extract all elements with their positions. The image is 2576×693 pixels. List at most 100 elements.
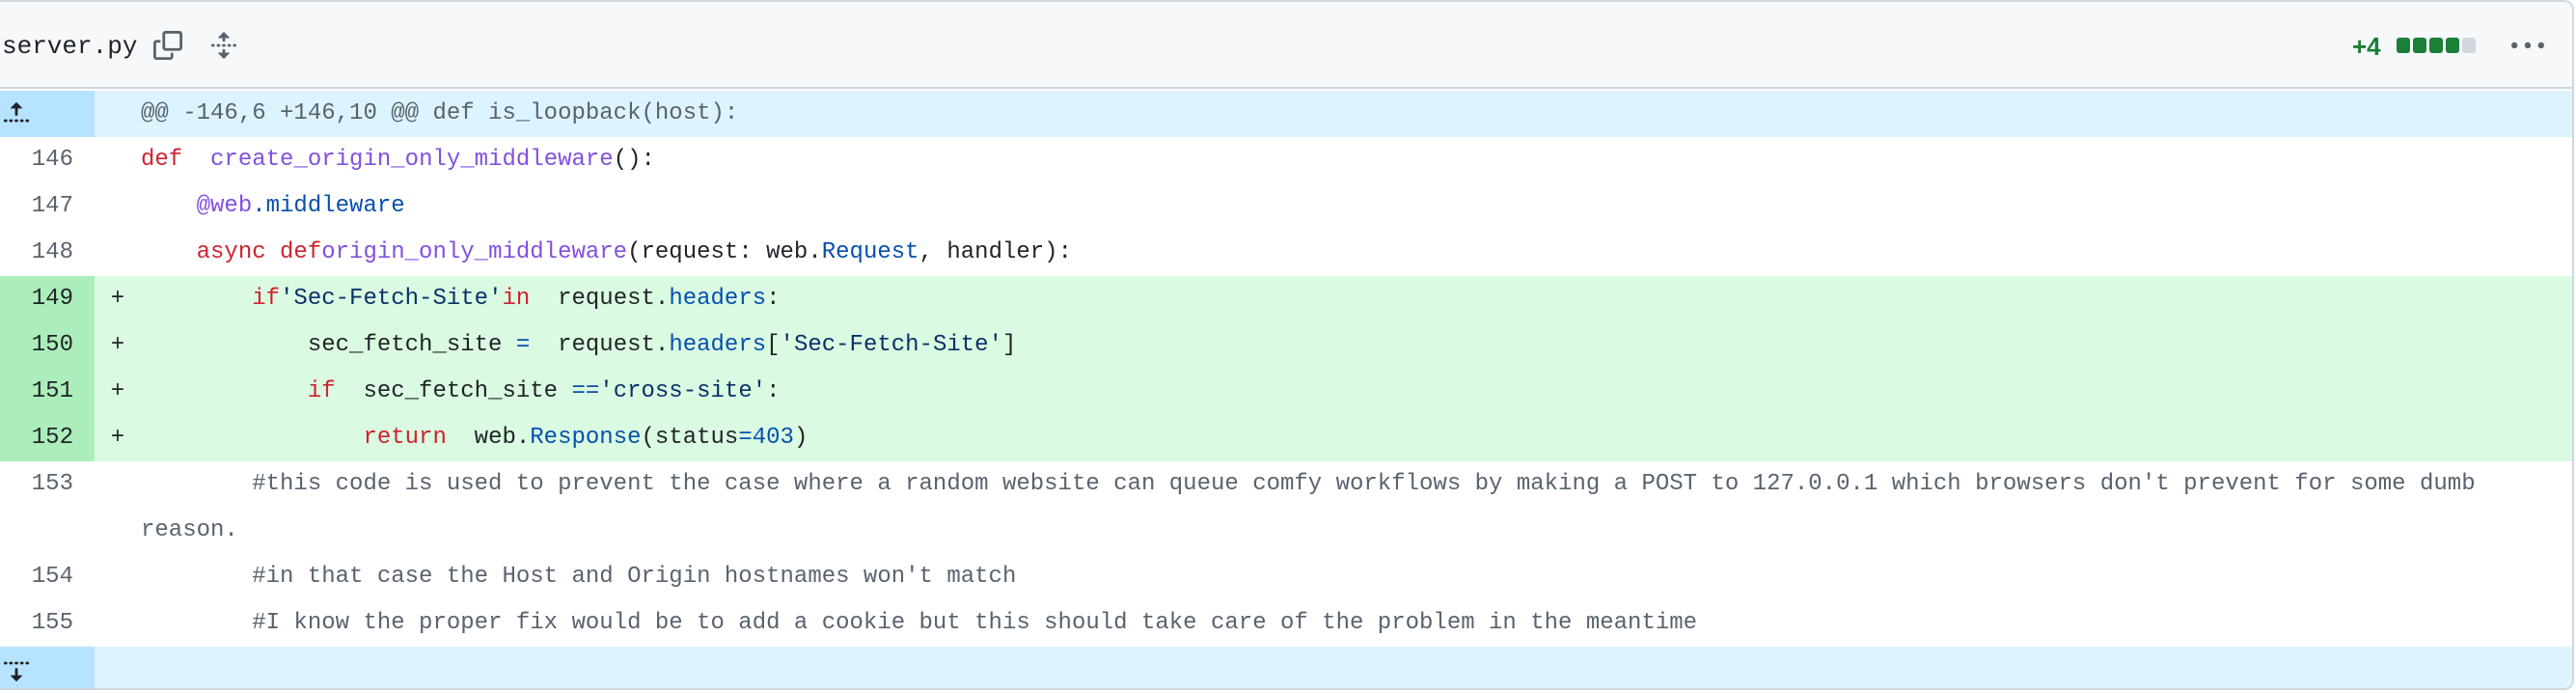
diff-file-panel: server.py +4 @@ -146,6 +146,10 @@ def is… xyxy=(0,0,2574,690)
diff-sign: + xyxy=(110,425,125,451)
code-line: @web.middleware xyxy=(141,183,2572,230)
context-line-row: 153 #this code is used to prevent the ca… xyxy=(0,461,2572,554)
code-token: sec_fetch_site xyxy=(335,378,572,404)
diff-sign xyxy=(95,600,141,647)
context-line-row: 147 @web.middleware xyxy=(0,183,2572,230)
code-token: 'Sec-Fetch-Site' xyxy=(280,286,503,312)
unfold-icon[interactable] xyxy=(206,28,241,63)
code-token: : xyxy=(766,378,781,404)
line-number[interactable]: 149 xyxy=(0,276,95,322)
diffstat-block xyxy=(2446,38,2459,53)
expand-down-icon xyxy=(3,661,30,681)
line-number[interactable]: 146 xyxy=(0,137,95,183)
code-token: Response xyxy=(530,425,642,451)
code-token: [ xyxy=(766,332,781,358)
code-token: request. xyxy=(530,332,670,358)
code-token: sec_fetch_site xyxy=(141,332,516,358)
code-token: =403 xyxy=(738,425,794,451)
code-token: ) xyxy=(793,425,808,451)
diffstat-block xyxy=(2413,38,2426,53)
code-line: sec_fetch_site = request.headers['Sec-Fe… xyxy=(141,322,2572,369)
code-token: create_origin_only_middleware xyxy=(210,147,614,173)
line-number[interactable]: 151 xyxy=(0,369,95,415)
line-number[interactable]: 154 xyxy=(0,554,95,600)
copy-icon[interactable] xyxy=(151,28,185,63)
line-number[interactable]: 148 xyxy=(0,230,95,276)
diff-sign xyxy=(95,230,141,276)
code-token: @web xyxy=(196,193,253,219)
code-token: #this code is used to prevent the case w… xyxy=(141,471,2489,543)
code-token: .middleware xyxy=(252,193,405,219)
code-line: #this code is used to prevent the case w… xyxy=(141,461,2572,554)
diff-sign: + xyxy=(110,332,125,358)
code-token: 'Sec-Fetch-Site' xyxy=(780,332,1002,358)
context-line-row: 155 #I know the proper fix would be to a… xyxy=(0,600,2572,647)
line-number[interactable]: 153 xyxy=(0,461,95,554)
diffstat-block xyxy=(2397,38,2410,53)
added-line-row: 151 + if sec_fetch_site =='cross-site': xyxy=(0,369,2572,415)
code-token: = xyxy=(515,332,531,358)
code-line: def create_origin_only_middleware(): xyxy=(141,137,2572,183)
code-token: def xyxy=(141,147,183,173)
line-number[interactable]: 147 xyxy=(0,183,95,230)
diff-sign xyxy=(95,137,141,183)
code-token: if xyxy=(252,286,281,312)
code-token: #I know the proper fix would be to add a… xyxy=(141,610,1698,636)
code-line: if sec_fetch_site =='cross-site': xyxy=(141,369,2572,415)
hunk-header-row: @@ -146,6 +146,10 @@ def is_loopback(hos… xyxy=(0,91,2572,137)
code-token: request. xyxy=(530,286,670,312)
added-line-row: 152 + return web.Response(status=403) xyxy=(0,415,2572,461)
code-token: Request xyxy=(821,239,919,265)
added-line-row: 149 + if'Sec-Fetch-Site'in request.header… xyxy=(0,276,2572,322)
diff-sign: + xyxy=(110,286,125,312)
code-token: web. xyxy=(446,425,531,451)
code-token: #in that case the Host and Origin hostna… xyxy=(141,564,1017,590)
line-number[interactable]: 150 xyxy=(0,322,95,369)
diff-sign: + xyxy=(110,378,125,404)
code-token: == xyxy=(571,378,600,404)
code-line: if'Sec-Fetch-Site'in request.headers: xyxy=(141,276,2572,322)
code-token: headers xyxy=(669,286,767,312)
diff-sign xyxy=(95,461,141,554)
code-token: return xyxy=(363,425,447,451)
code-token: if xyxy=(307,378,336,404)
code-token: ] xyxy=(1001,332,1017,358)
diff-sign xyxy=(95,183,141,230)
code-token: in xyxy=(502,286,531,312)
diffstat-block xyxy=(2462,38,2476,53)
diff-sign xyxy=(95,554,141,600)
hunk-header-text: @@ -146,6 +146,10 @@ def is_loopback(hos… xyxy=(141,100,739,126)
code-token: headers xyxy=(669,332,767,358)
code-token: (status xyxy=(641,425,739,451)
expand-up-icon xyxy=(3,102,30,123)
diffstat-block xyxy=(2429,38,2443,53)
expand-down-button[interactable] xyxy=(0,647,95,688)
code-token: (request: web. xyxy=(627,239,822,265)
line-number[interactable]: 155 xyxy=(0,600,95,647)
code-token: 'cross-site' xyxy=(599,378,767,404)
context-line-row: 148 async deforigin_only_middleware(requ… xyxy=(0,230,2572,276)
code-line: return web.Response(status=403) xyxy=(141,415,2572,461)
diffstat-blocks xyxy=(2397,38,2476,53)
expand-up-button[interactable] xyxy=(0,91,95,137)
file-header: server.py +4 xyxy=(0,2,2572,89)
context-line-row: 154 #in that case the Host and Origin ho… xyxy=(0,554,2572,600)
additions-count: +4 xyxy=(2352,32,2381,61)
added-line-row: 150 + sec_fetch_site = request.headers['S… xyxy=(0,322,2572,369)
line-number[interactable]: 152 xyxy=(0,415,95,461)
diff-lines: 146 def create_origin_only_middleware(): 1… xyxy=(0,137,2572,647)
code-token: async def xyxy=(196,239,322,265)
code-token: origin_only_middleware xyxy=(321,239,628,265)
hunk-footer-row xyxy=(0,647,2572,688)
code-line: #I know the proper fix would be to add a… xyxy=(141,600,2572,647)
code-token: : xyxy=(766,286,781,312)
kebab-horizontal-icon[interactable] xyxy=(2507,29,2549,64)
file-name[interactable]: server.py xyxy=(2,29,137,64)
code-line: async deforigin_only_middleware(request:… xyxy=(141,230,2572,276)
